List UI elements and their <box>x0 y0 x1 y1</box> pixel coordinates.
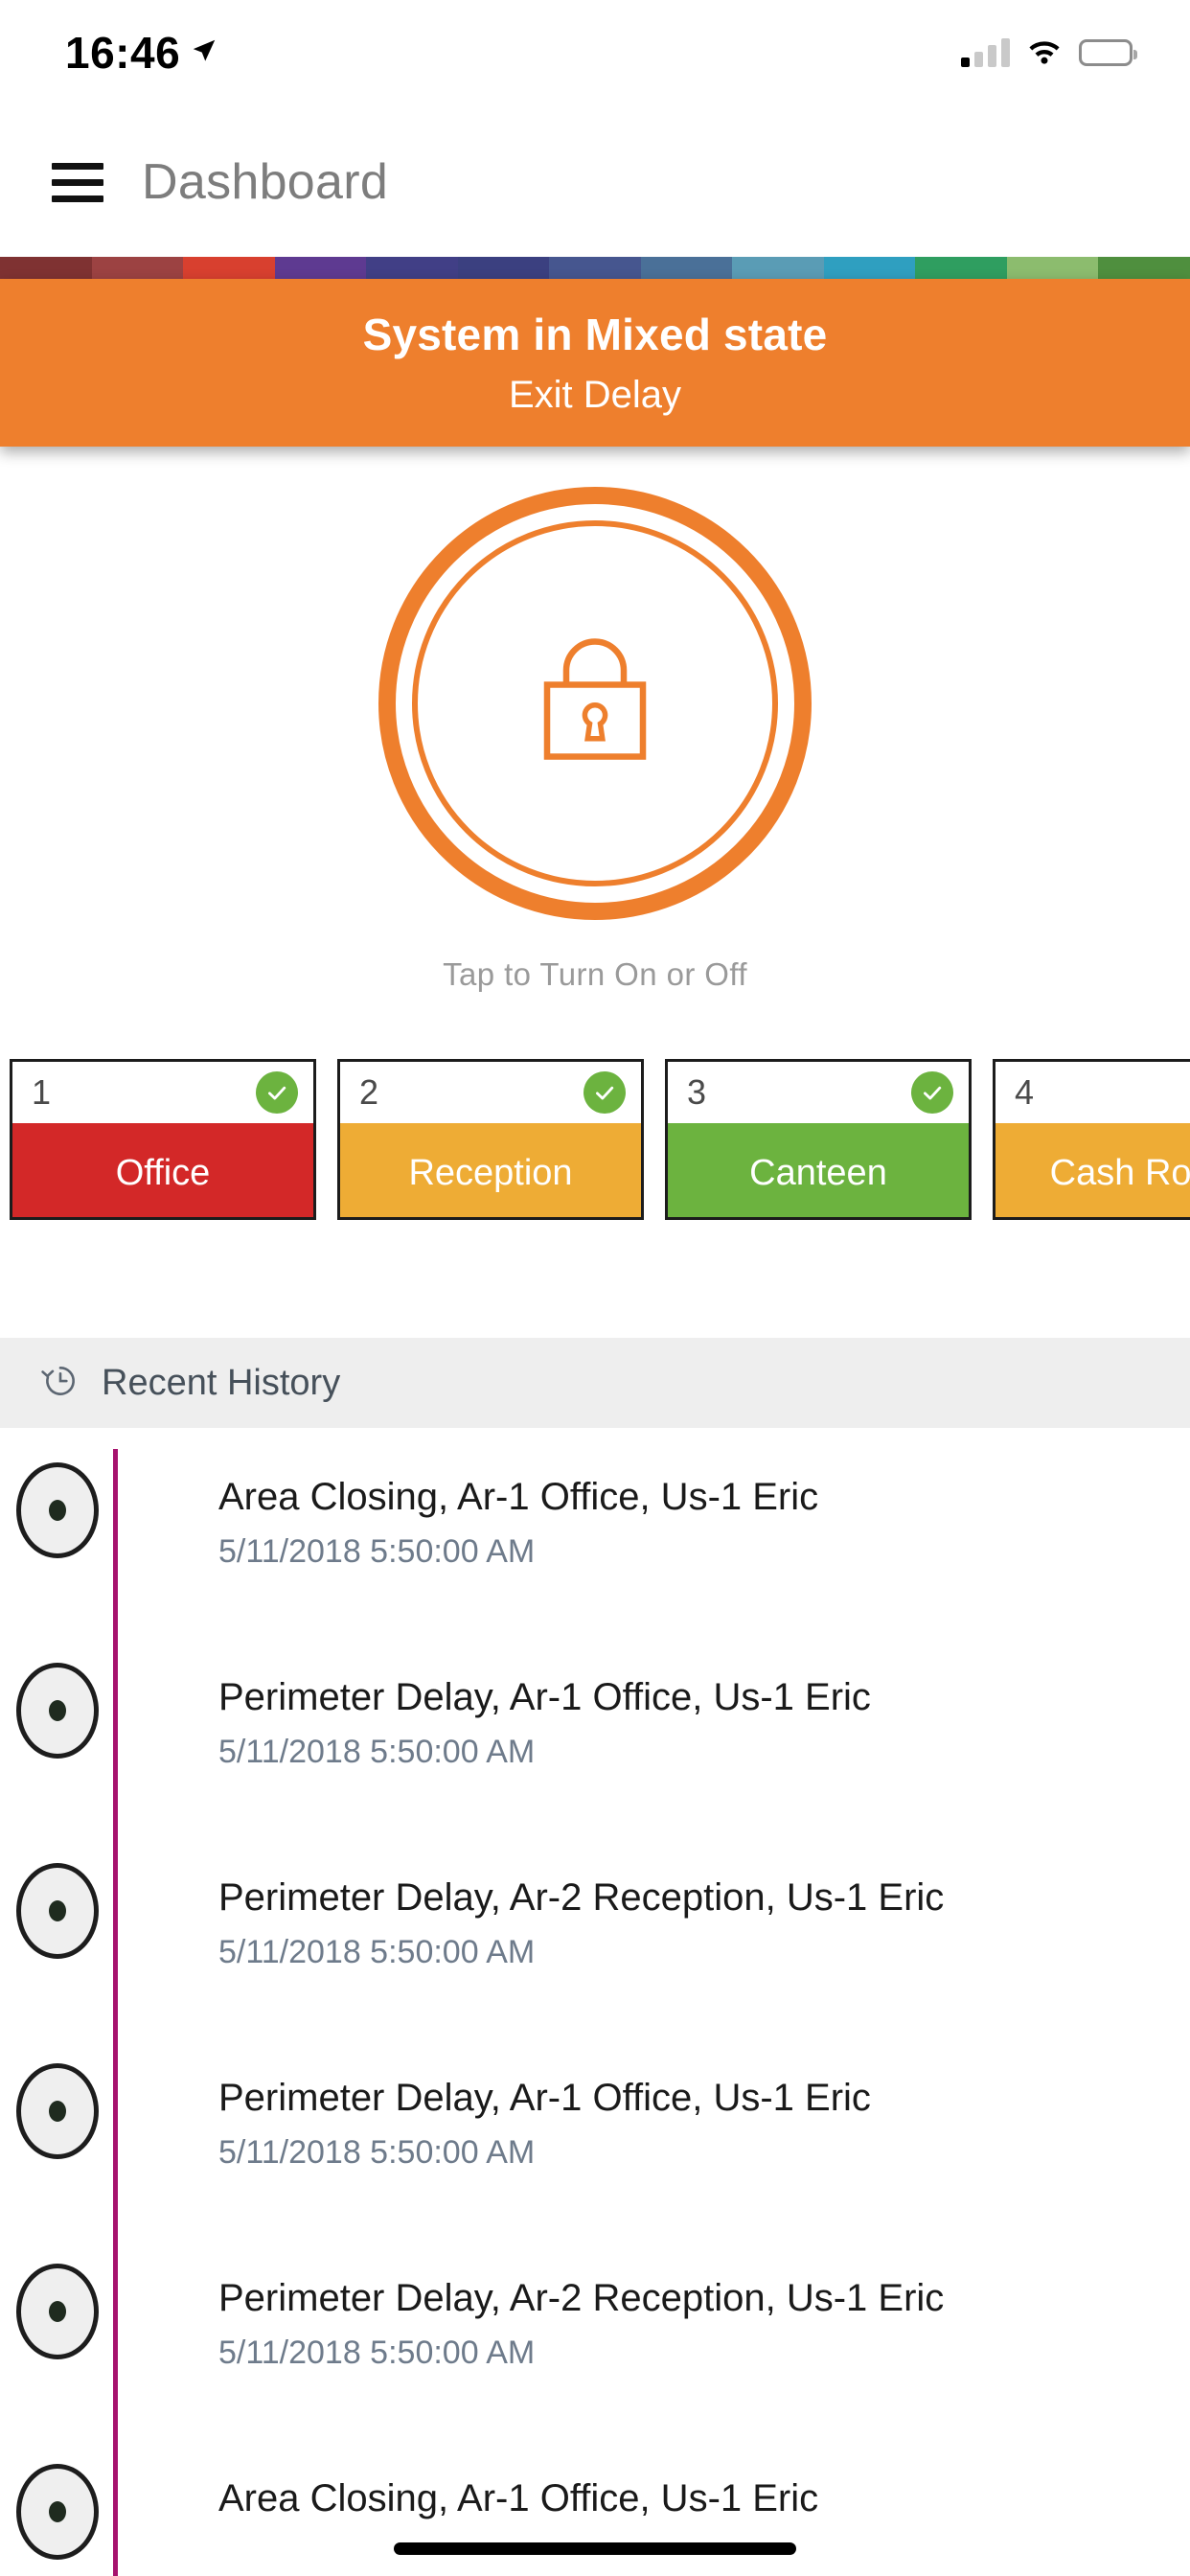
history-entry-time: 5/11/2018 5:50:00 AM <box>218 2134 536 2171</box>
history-entry-content: Perimeter Delay, Ar-2 Reception, Us-1 Er… <box>115 2229 1190 2372</box>
area-card-body: Office <box>12 1123 313 1217</box>
history-clock-icon <box>40 1361 80 1406</box>
history-entry-title: Perimeter Delay, Ar-1 Office, Us-1 Eric <box>218 2077 871 2119</box>
timeline-marker <box>0 2029 115 2159</box>
area-label: Canteen <box>749 1152 887 1193</box>
timeline-marker <box>0 1828 115 1959</box>
timeline-marker <box>0 2429 115 2560</box>
check-circle-icon <box>584 1071 626 1114</box>
timeline-dot <box>16 2264 99 2359</box>
timeline-dot <box>16 2063 99 2159</box>
area-card-body: Reception <box>340 1123 641 1217</box>
history-entry-content: Area Closing, Ar-1 Office, Us-1 Eric <box>115 2429 1190 2521</box>
timeline-marker <box>0 1628 115 1759</box>
area-card-header: 3 <box>668 1062 969 1123</box>
location-arrow-icon <box>190 36 218 70</box>
battery-icon <box>1079 39 1137 66</box>
arm-toggle-button[interactable] <box>378 487 812 920</box>
home-indicator[interactable] <box>394 2542 796 2555</box>
history-entry-time: 5/11/2018 5:50:00 AM <box>218 2334 536 2371</box>
history-entry-content: Perimeter Delay, Ar-1 Office, Us-1 Eric 5… <box>115 1628 1190 1771</box>
area-card[interactable]: 4 Cash Room <box>993 1059 1190 1220</box>
arm-toggle-hint: Tap to Turn On or Off <box>443 956 747 992</box>
area-card-header: 4 <box>995 1062 1190 1123</box>
cellular-signal-icon <box>961 38 1010 67</box>
area-label: Cash Room <box>1049 1152 1190 1193</box>
area-label: Office <box>115 1152 211 1193</box>
area-number: 1 <box>32 1072 52 1112</box>
areas-list[interactable]: 1 Office 2 Reception 3 Canteen 4 Cash Room <box>0 1059 1190 1231</box>
system-status-banner[interactable]: System in Mixed state Exit Delay <box>0 279 1190 447</box>
navigation-bar: Dashboard <box>0 105 1190 259</box>
arm-toggle-section: Tap to Turn On or Off <box>0 447 1190 1022</box>
area-card[interactable]: 3 Canteen <box>665 1059 972 1220</box>
history-entry-time: 5/11/2018 5:50:00 AM <box>218 1934 536 1970</box>
history-entry-time: 5/11/2018 5:50:00 AM <box>218 1734 536 1770</box>
check-circle-icon <box>911 1071 953 1114</box>
history-entry-title: Perimeter Delay, Ar-2 Reception, Us-1 Er… <box>218 2277 945 2319</box>
area-number: 4 <box>1015 1072 1035 1112</box>
padlock-icon <box>533 630 657 778</box>
history-entry-content: Perimeter Delay, Ar-1 Office, Us-1 Eric 5… <box>115 2029 1190 2172</box>
history-entry[interactable]: Perimeter Delay, Ar-2 Reception, Us-1 Er… <box>0 2229 1190 2429</box>
history-entry-title: Perimeter Delay, Ar-1 Office, Us-1 Eric <box>218 1676 871 1718</box>
timeline-dot <box>16 1663 99 1759</box>
history-timeline[interactable]: Area Closing, Ar-1 Office, Us-1 Eric 5/11… <box>0 1428 1190 2576</box>
history-entry[interactable]: Perimeter Delay, Ar-1 Office, Us-1 Eric 5… <box>0 2029 1190 2229</box>
status-bar-clock: 16:46 <box>65 28 181 78</box>
area-card-body: Canteen <box>668 1123 969 1217</box>
system-status-subtitle: Exit Delay <box>508 374 682 416</box>
area-card-header: 2 <box>340 1062 641 1123</box>
history-entry[interactable]: Perimeter Delay, Ar-2 Reception, Us-1 Er… <box>0 1828 1190 2029</box>
timeline-dot <box>16 1863 99 1959</box>
area-card-header: 1 <box>12 1062 313 1123</box>
dashboard-screen: 16:46 Dashboard System in Mixed state Ex… <box>0 0 1190 2576</box>
area-number: 3 <box>687 1072 707 1112</box>
history-entry-title: Area Closing, Ar-1 Office, Us-1 Eric <box>218 2477 819 2519</box>
area-card-body: Cash Room <box>995 1123 1190 1217</box>
system-status-title: System in Mixed state <box>362 310 828 359</box>
area-number: 2 <box>359 1072 379 1112</box>
timeline-dot <box>16 1462 99 1558</box>
history-entry-content: Area Closing, Ar-1 Office, Us-1 Eric 5/11… <box>115 1428 1190 1571</box>
timeline-marker <box>0 2229 115 2359</box>
wifi-icon <box>1025 36 1064 70</box>
area-label: Reception <box>408 1152 573 1193</box>
status-bar-left: 16:46 <box>65 31 218 75</box>
history-entry[interactable]: Perimeter Delay, Ar-1 Office, Us-1 Eric 5… <box>0 1628 1190 1828</box>
history-entry-title: Area Closing, Ar-1 Office, Us-1 Eric <box>218 1476 819 1518</box>
timeline-marker <box>0 1428 115 1558</box>
recent-history-title: Recent History <box>102 1362 341 1403</box>
timeline-dot <box>16 2464 99 2560</box>
area-card[interactable]: 2 Reception <box>337 1059 644 1220</box>
history-entry-content: Perimeter Delay, Ar-2 Reception, Us-1 Er… <box>115 1828 1190 1971</box>
history-entry[interactable]: Area Closing, Ar-1 Office, Us-1 Eric 5/11… <box>0 1428 1190 1628</box>
check-circle-icon <box>256 1071 298 1114</box>
page-title: Dashboard <box>142 154 389 210</box>
arm-toggle-inner-ring <box>412 520 778 886</box>
history-entry-title: Perimeter Delay, Ar-2 Reception, Us-1 Er… <box>218 1876 945 1919</box>
status-bar: 16:46 <box>0 0 1190 105</box>
hamburger-menu-icon[interactable] <box>52 162 103 202</box>
history-entry-time: 5/11/2018 5:50:00 AM <box>218 1533 536 1570</box>
recent-history-header: Recent History <box>0 1338 1190 1428</box>
status-bar-right <box>961 36 1137 70</box>
area-card[interactable]: 1 Office <box>10 1059 316 1220</box>
